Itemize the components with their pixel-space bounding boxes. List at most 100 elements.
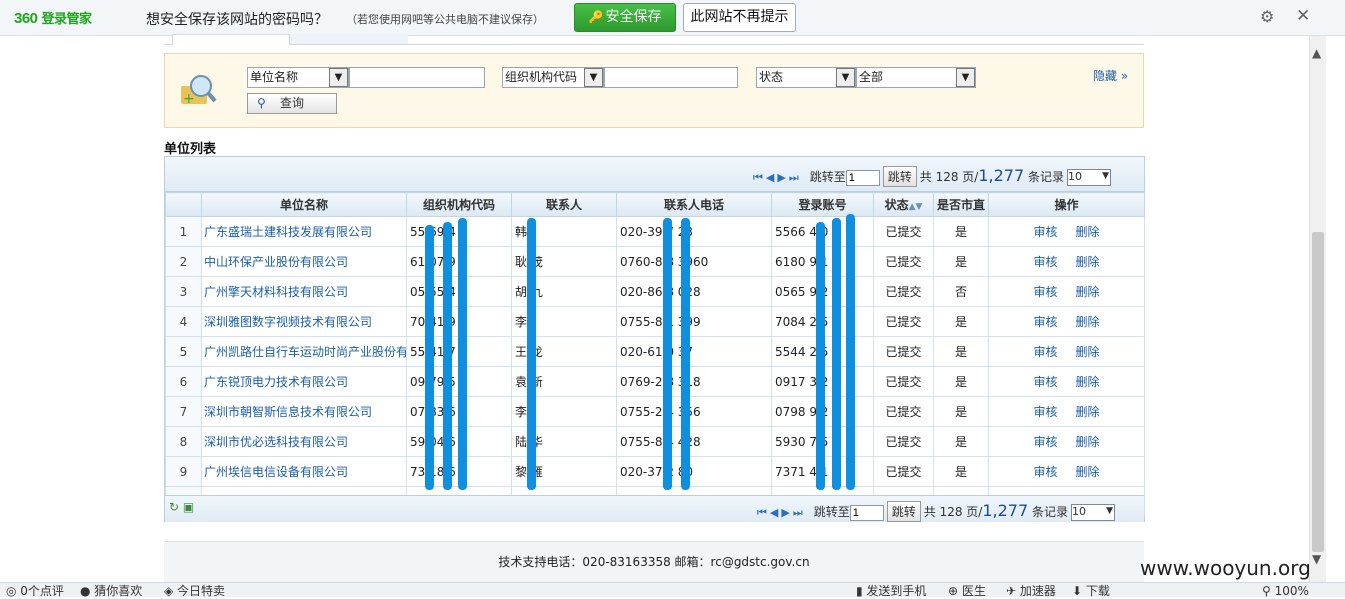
page-size-select-bottom[interactable]: 10 ▼	[1070, 504, 1115, 521]
table-row[interactable]: 1 广东盛瑞土建科技发展有限公司 55 69 4 7 韩 020-39 7 23 5566…	[165, 216, 1145, 247]
delete-link[interactable]: 删除	[1076, 465, 1100, 479]
doctor-item[interactable]: ⊕ 医生	[948, 583, 986, 599]
redaction-mark	[527, 218, 536, 490]
field1-input[interactable]	[349, 67, 485, 88]
audit-link[interactable]: 审核	[1033, 405, 1057, 419]
hide-link[interactable]: 隐藏 »	[1093, 67, 1128, 84]
page-input[interactable]	[845, 169, 880, 186]
audit-link[interactable]: 审核	[1033, 285, 1057, 299]
download-item[interactable]: ⬇ 下载	[1072, 583, 1110, 599]
city-direct-cell: 否	[933, 276, 989, 307]
close-icon[interactable]: ✕	[1296, 6, 1310, 26]
query-button[interactable]: ⚲ 查询	[247, 93, 337, 114]
scroll-down-icon[interactable]: ▼	[1312, 552, 1321, 566]
unit-name-link[interactable]: 广州埃信电信设备有限公司	[201, 456, 407, 487]
redaction-mark	[425, 225, 434, 490]
go-button-bottom[interactable]: 跳转	[886, 501, 921, 522]
status-select[interactable]: 全部 ▼	[856, 67, 976, 88]
row-index: 4	[165, 306, 202, 337]
unit-name-link[interactable]: 广州凯路仕自行车运动时尚产业股份有限公司	[201, 336, 407, 367]
status-cell: 已提交	[873, 246, 934, 277]
delete-link[interactable]: 删除	[1076, 255, 1100, 269]
page-size-select[interactable]: 10 ▼	[1066, 169, 1111, 186]
audit-link[interactable]: 审核	[1033, 315, 1057, 329]
ops-cell: 审核 删除	[988, 306, 1145, 337]
table-row[interactable]: 4 深圳雅图数字视频技术有限公司 70 41 9 9 李 0755-8 1 399 708…	[165, 306, 1145, 337]
table-row[interactable]: 6 广东锐顶电力技术有限公司 09 79 5 7袁 新 0769-2 8 318 091…	[165, 366, 1145, 397]
table-row[interactable]: 2中山环保产业股份有限公司61 07 9 0耿 茂0760-8 8 396061…	[165, 246, 1145, 277]
row-index: 9	[165, 456, 202, 487]
unit-name-link[interactable]: 广东盛瑞土建科技发展有限公司	[201, 216, 407, 247]
audit-link[interactable]: 审核	[1033, 435, 1057, 449]
never-prompt-button[interactable]: 此网站不再提示	[683, 3, 796, 32]
delete-link[interactable]: 删除	[1076, 225, 1100, 239]
city-direct-cell: 是	[933, 396, 989, 427]
tab-inactive[interactable]	[290, 34, 408, 44]
delete-link[interactable]: 删除	[1076, 435, 1100, 449]
table-row[interactable]: 3 广州擎天材料科技有限公司 05 55 4 8胡 九 020-86 8 028 056…	[165, 276, 1145, 307]
chevron-down-icon: ▼	[329, 68, 348, 87]
delete-link[interactable]: 删除	[1076, 375, 1100, 389]
pager-arrows-icon[interactable]: ⏮◀▶⏭	[757, 506, 806, 519]
page-input-bottom[interactable]	[849, 504, 884, 521]
row-index: 3	[165, 276, 202, 307]
row-index: 5	[165, 336, 202, 367]
refresh-export-icons[interactable]: ↻ ▣	[169, 500, 194, 514]
zoom-item[interactable]: ⚲ 100%	[1262, 583, 1309, 599]
contact-phone: 0755-8 1 399	[616, 306, 772, 337]
ops-cell: 审核 删除	[988, 246, 1145, 277]
col-city[interactable]: 是否市直	[933, 192, 989, 217]
key-icon: 🔑	[588, 10, 604, 24]
audit-link[interactable]: 审核	[1033, 225, 1057, 239]
field2-input[interactable]	[604, 67, 738, 88]
status-cell: 已提交	[873, 276, 934, 307]
col-code[interactable]: 组织机构代码	[406, 192, 512, 217]
ops-cell: 审核 删除	[988, 396, 1145, 427]
safe-save-button[interactable]: 🔑 安全保存	[574, 3, 676, 32]
contact-phone: 0760-8 8 3960	[616, 246, 772, 277]
col-ops: 操作	[988, 192, 1145, 217]
accel-item[interactable]: ✈ 加速器	[1006, 583, 1056, 599]
sort-icon: ▲▼	[908, 202, 923, 212]
unit-name-link[interactable]: 中山环保产业股份有限公司	[201, 246, 407, 277]
audit-link[interactable]: 审核	[1033, 345, 1057, 359]
col-status[interactable]: 状态▲▼	[873, 192, 934, 217]
guess-item[interactable]: ● 猜你喜欢	[80, 583, 142, 599]
audit-link[interactable]: 审核	[1033, 465, 1057, 479]
delete-link[interactable]: 删除	[1076, 285, 1100, 299]
send-phone-item[interactable]: ▮ 发送到手机	[856, 583, 926, 599]
tab-active[interactable]	[172, 34, 290, 46]
unit-name-link[interactable]: 广东锐顶电力技术有限公司	[201, 366, 407, 397]
table-row[interactable]: 8 深圳市优必选科技有限公司 59 04 6 5陆 华 0755-8 4 428 593…	[165, 426, 1145, 457]
col-name[interactable]: 单位名称	[201, 192, 407, 217]
table-row[interactable]: 9 广州埃信电信设备有限公司 73 18 6 7黎 雁 020-37 2 80 7371…	[165, 456, 1145, 487]
comments-item[interactable]: ◎ 0个点评	[6, 583, 64, 599]
col-phone[interactable]: 联系人电话	[616, 192, 772, 217]
scroll-thumb[interactable]	[1312, 232, 1324, 552]
delete-link[interactable]: 删除	[1076, 315, 1100, 329]
scroll-up-icon[interactable]: ▲	[1312, 46, 1321, 60]
pager-arrows-icon[interactable]: ⏮◀▶⏭	[753, 171, 802, 184]
delete-link[interactable]: 删除	[1076, 345, 1100, 359]
col-contact[interactable]: 联系人	[511, 192, 617, 217]
field1-select[interactable]: 单位名称 ▼	[247, 67, 349, 88]
go-button[interactable]: 跳转	[882, 166, 917, 187]
audit-link[interactable]: 审核	[1033, 255, 1057, 269]
redaction-mark	[443, 222, 452, 490]
status-cell: 已提交	[873, 336, 934, 367]
field2-select[interactable]: 组织机构代码 ▼	[502, 67, 604, 88]
ops-cell: 审核 删除	[988, 276, 1145, 307]
unit-name-link[interactable]: 深圳市优必选科技有限公司	[201, 426, 407, 457]
unit-name-link[interactable]: 广州擎天材料科技有限公司	[201, 276, 407, 307]
audit-link[interactable]: 审核	[1033, 375, 1057, 389]
gear-icon[interactable]: ⚙	[1260, 7, 1274, 26]
today-item[interactable]: ◈ 今日特卖	[164, 583, 225, 599]
field3-select[interactable]: 状态 ▼	[756, 67, 856, 88]
delete-link[interactable]: 删除	[1076, 405, 1100, 419]
table-row[interactable]: 5广州凯路仕自行车运动时尚产业股份有限公司55 41 7 2王 龙020-61 …	[165, 336, 1145, 367]
vertical-scrollbar[interactable]: ▲ ▼	[1309, 36, 1326, 582]
unit-name-link[interactable]: 深圳市朝智斯信息技术有限公司	[201, 396, 407, 427]
unit-name-link[interactable]: 深圳雅图数字视频技术有限公司	[201, 306, 407, 337]
col-account[interactable]: 登录账号	[771, 192, 874, 217]
table-row[interactable]: 7 深圳市朝智斯信息技术有限公司 07 83 6 5 李 0755-2 4 356 079…	[165, 396, 1145, 427]
